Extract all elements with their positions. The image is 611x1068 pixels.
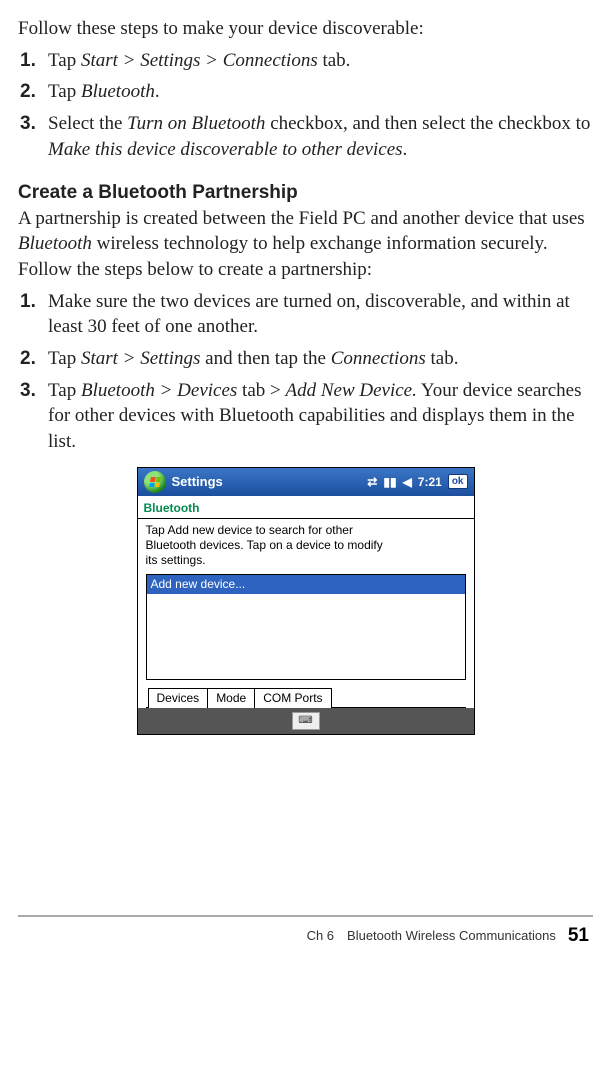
term: Bluetooth: [18, 233, 92, 254]
step-number: 2.: [18, 79, 48, 105]
tab-devices[interactable]: Devices: [148, 688, 209, 708]
step-number: 3.: [18, 111, 48, 162]
start-orb-icon[interactable]: [144, 471, 166, 493]
footer-chapter: Ch 6 Bluetooth Wireless Communications: [307, 927, 556, 945]
text: wireless technology to help exchange inf…: [18, 233, 548, 280]
page-footer: Ch 6 Bluetooth Wireless Communications 5…: [18, 923, 593, 949]
help-text-line: Tap Add new device to search for other: [146, 523, 466, 538]
taskbar-tray: ⇄ ▮▮ ◀ 7:21 ok: [367, 474, 473, 490]
device-screenshot: Settings ⇄ ▮▮ ◀ 7:21 ok Bluetooth Tap Ad…: [137, 467, 475, 735]
help-text-line: Bluetooth devices. Tap on a device to mo…: [146, 538, 466, 553]
clock: 7:21: [418, 474, 442, 490]
volume-icon[interactable]: ◀: [403, 474, 412, 490]
text: Tap: [48, 380, 81, 401]
step-body: Tap Start > Settings and then tap the Co…: [48, 346, 593, 372]
list-item: 1. Tap Start > Settings > Connections ta…: [18, 48, 593, 74]
tab-com-ports[interactable]: COM Ports: [255, 688, 331, 708]
section-heading: Create a Bluetooth Partnership: [18, 180, 593, 206]
ok-button[interactable]: ok: [448, 474, 468, 490]
help-text-line: its settings.: [146, 553, 466, 568]
windows-flag-icon: [149, 477, 161, 487]
step-body: Tap Start > Settings > Connections tab.: [48, 48, 593, 74]
tab-row: Devices Mode COM Ports: [146, 688, 466, 708]
list-item: 2. Tap Bluetooth.: [18, 79, 593, 105]
tab-name: Connections: [331, 348, 426, 369]
taskbar-title: Settings: [172, 473, 368, 491]
list-item: 3. Tap Bluetooth > Devices tab > Add New…: [18, 378, 593, 455]
text: tab.: [426, 348, 459, 369]
text: and then tap the: [200, 348, 330, 369]
nav-path: Add New Device.: [285, 380, 416, 401]
text: Tap: [48, 50, 81, 71]
nav-path: Start > Settings: [81, 348, 200, 369]
step-body: Tap Bluetooth > Devices tab > Add New De…: [48, 378, 593, 455]
footer-divider: [18, 915, 593, 917]
signal-icon[interactable]: ▮▮: [383, 474, 396, 490]
connection-icon[interactable]: ⇄: [367, 474, 377, 490]
text: .: [155, 81, 160, 102]
app-body: Tap Add new device to search for other B…: [138, 519, 474, 708]
app-name: Bluetooth: [81, 81, 155, 102]
text: A partnership is created between the Fie…: [18, 208, 585, 229]
footer-page-number: 51: [568, 923, 589, 949]
nav-path: Start > Settings > Connections: [81, 50, 318, 71]
list-item: 3. Select the Turn on Bluetooth checkbox…: [18, 111, 593, 162]
keyboard-icon[interactable]: ⌨: [292, 712, 320, 730]
text: tab >: [237, 380, 285, 401]
tab-mode[interactable]: Mode: [208, 688, 255, 708]
nav-path: Bluetooth > Devices: [81, 380, 237, 401]
taskbar: Settings ⇄ ▮▮ ◀ 7:21 ok: [138, 468, 474, 496]
app-title: Bluetooth: [138, 496, 474, 519]
option-label: Turn on Bluetooth: [127, 113, 265, 134]
text: checkbox, and then select the checkbox t…: [265, 113, 590, 134]
step-body: Make sure the two devices are turned on,…: [48, 289, 593, 340]
list-item: 2. Tap Start > Settings and then tap the…: [18, 346, 593, 372]
text: tab.: [318, 50, 351, 71]
option-label: Make this device discoverable to other d…: [48, 139, 403, 160]
step-number: 3.: [18, 378, 48, 455]
list-item: 1. Make sure the two devices are turned …: [18, 289, 593, 340]
text: Tap: [48, 348, 81, 369]
device-listbox[interactable]: Add new device...: [146, 574, 466, 680]
paragraph: A partnership is created between the Fie…: [18, 206, 593, 283]
text: Tap: [48, 81, 81, 102]
text: .: [403, 139, 408, 160]
text: Select the: [48, 113, 127, 134]
step-body: Select the Turn on Bluetooth checkbox, a…: [48, 111, 593, 162]
step-body: Tap Bluetooth.: [48, 79, 593, 105]
step-number: 2.: [18, 346, 48, 372]
step-number: 1.: [18, 48, 48, 74]
step-number: 1.: [18, 289, 48, 340]
bottom-bar: ⌨: [138, 708, 474, 734]
intro-text: Follow these steps to make your device d…: [18, 16, 593, 42]
add-new-device-item[interactable]: Add new device...: [147, 575, 465, 594]
